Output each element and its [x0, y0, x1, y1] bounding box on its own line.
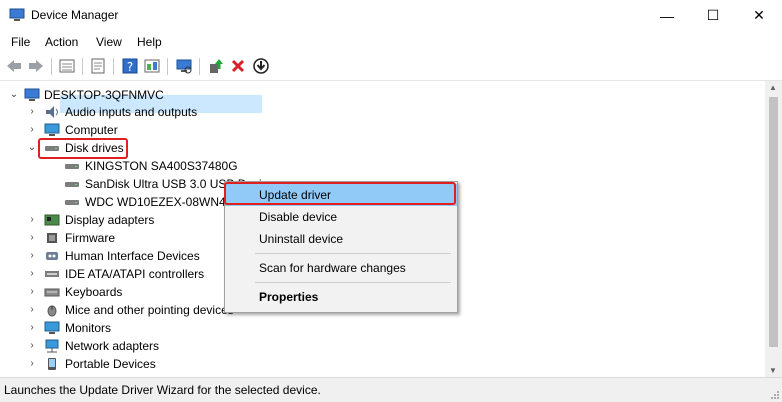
- scroll-up-icon[interactable]: ▲: [769, 83, 777, 92]
- maximize-button[interactable]: ☐: [690, 0, 736, 31]
- scrollbar-thumb[interactable]: [769, 97, 778, 347]
- help-icon[interactable]: ?: [121, 57, 139, 75]
- drive-icon: [64, 177, 80, 191]
- ide-icon: [44, 267, 60, 281]
- expand-chevron-icon[interactable]: ›: [26, 283, 38, 301]
- svg-text:?: ?: [127, 60, 133, 74]
- expand-chevron-icon[interactable]: ›: [26, 265, 38, 283]
- vertical-scrollbar[interactable]: ▲ ▼: [765, 81, 782, 377]
- computer-icon: [24, 88, 40, 102]
- expand-chevron-icon[interactable]: ›: [26, 319, 38, 337]
- mouse-icon: [44, 303, 60, 317]
- toolbar-separator: [51, 58, 52, 75]
- toolbar: ?: [0, 53, 782, 81]
- title-bar: Device Manager — ☐ ✕: [0, 0, 782, 31]
- display-adapter-icon: [44, 213, 60, 227]
- minimize-button[interactable]: —: [644, 0, 690, 31]
- device-list-icon[interactable]: [58, 57, 76, 75]
- context-separator: [255, 282, 451, 283]
- context-separator: [255, 253, 451, 254]
- back-arrow-icon[interactable]: [5, 57, 23, 75]
- device-manager-icon: [9, 8, 25, 22]
- expand-chevron-icon[interactable]: ›: [26, 229, 38, 247]
- tree-item-computer[interactable]: › Computer: [0, 121, 760, 139]
- tree-item-audio[interactable]: › Audio inputs and outputs: [0, 103, 760, 121]
- menu-view[interactable]: View: [96, 35, 122, 49]
- toolbar-separator: [82, 58, 83, 75]
- status-text: Launches the Update Driver Wizard for th…: [4, 383, 321, 397]
- menu-help[interactable]: Help: [137, 35, 162, 49]
- speaker-icon: [44, 105, 60, 119]
- close-button[interactable]: ✕: [736, 0, 782, 31]
- update-driver-icon[interactable]: [207, 57, 225, 75]
- hid-icon: [44, 249, 60, 263]
- tree-item-portable[interactable]: › Portable Devices: [0, 355, 760, 373]
- context-uninstall-device[interactable]: Uninstall device: [225, 228, 457, 250]
- window-title: Device Manager: [31, 8, 119, 22]
- toolbar-separator: [199, 58, 200, 75]
- status-bar: Launches the Update Driver Wizard for th…: [0, 377, 782, 402]
- expand-chevron-icon[interactable]: ›: [26, 301, 38, 319]
- update-driver-highlight-box: [224, 182, 456, 205]
- drive-icon: [64, 195, 80, 209]
- scan-hardware-icon[interactable]: [175, 57, 193, 75]
- forward-arrow-icon[interactable]: [27, 57, 45, 75]
- monitor-icon: [44, 321, 60, 335]
- tree-item-network[interactable]: › Network adapters: [0, 337, 760, 355]
- context-scan-hardware[interactable]: Scan for hardware changes: [225, 257, 457, 279]
- expand-chevron-icon[interactable]: ›: [26, 355, 38, 373]
- firmware-icon: [44, 231, 60, 245]
- menu-action[interactable]: Action: [45, 35, 78, 49]
- monitor-icon: [44, 123, 60, 137]
- expand-chevron-icon[interactable]: ›: [26, 247, 38, 265]
- expand-chevron-icon[interactable]: ›: [26, 121, 38, 139]
- keyboard-icon: [44, 285, 60, 299]
- properties-sheet-icon[interactable]: [89, 57, 107, 75]
- disk-drives-highlight-box: [38, 138, 128, 159]
- expand-chevron-icon[interactable]: ›: [26, 337, 38, 355]
- scroll-down-icon[interactable]: ▼: [769, 366, 777, 375]
- toolbar-separator: [113, 58, 114, 75]
- menu-bar: File Action View Help: [0, 31, 782, 53]
- view-resources-icon[interactable]: [143, 57, 161, 75]
- context-disable-device[interactable]: Disable device: [225, 206, 457, 228]
- tree-root-label: DESKTOP-3QFNMVC: [44, 88, 164, 102]
- tree-item-kingston[interactable]: KINGSTON SA400S37480G: [0, 157, 760, 175]
- resize-grip-icon[interactable]: [770, 390, 780, 400]
- toolbar-separator: [167, 58, 168, 75]
- collapse-chevron-icon[interactable]: ⌄: [26, 139, 38, 157]
- tree-item-monitors[interactable]: › Monitors: [0, 319, 760, 337]
- enable-device-down-arrow-icon[interactable]: [252, 57, 270, 75]
- expand-chevron-icon[interactable]: ›: [26, 103, 38, 121]
- expand-chevron-icon[interactable]: ›: [26, 211, 38, 229]
- menu-file[interactable]: File: [11, 35, 30, 49]
- drive-icon: [64, 159, 80, 173]
- uninstall-x-icon[interactable]: [229, 57, 247, 75]
- context-properties[interactable]: Properties: [225, 286, 457, 308]
- portable-icon: [44, 357, 60, 371]
- network-icon: [44, 339, 60, 353]
- tree-root[interactable]: ⌄ DESKTOP-3QFNMVC: [0, 86, 760, 104]
- collapse-chevron-icon[interactable]: ⌄: [8, 86, 20, 104]
